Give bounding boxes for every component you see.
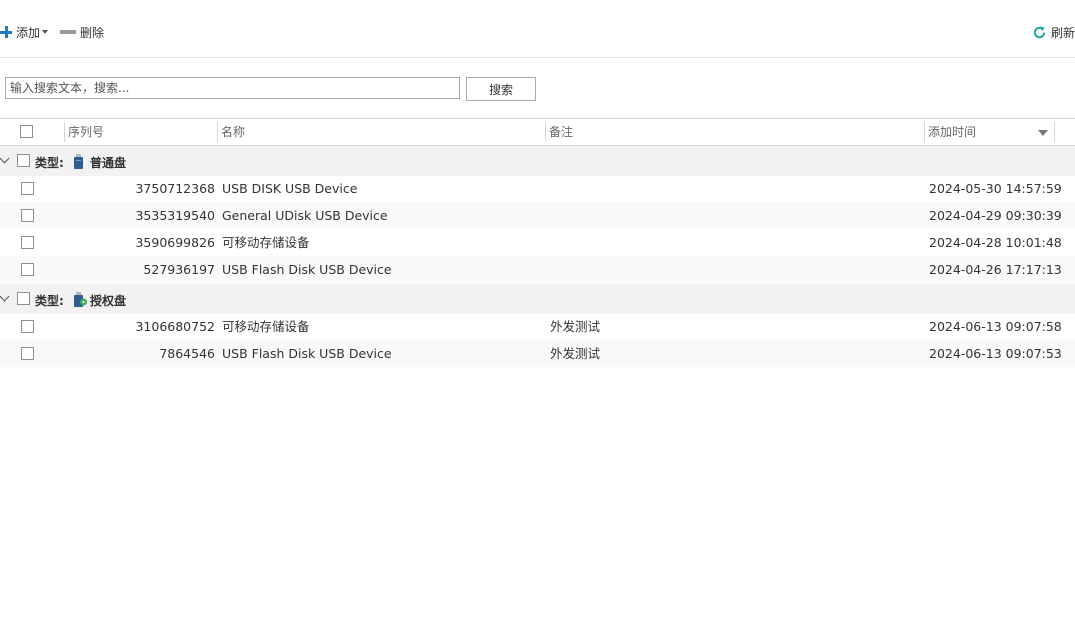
table-row[interactable]: 3750712368 USB DISK USB Device 2024-05-3… xyxy=(0,175,1075,202)
row-checkbox[interactable] xyxy=(21,320,34,333)
chevron-down-icon[interactable] xyxy=(0,153,10,164)
group-checkbox[interactable] xyxy=(17,292,30,305)
usb-drive-icon xyxy=(74,154,83,169)
name-cell: USB Flash Disk USB Device xyxy=(222,262,392,277)
row-checkbox[interactable] xyxy=(21,236,34,249)
delete-label: 删除 xyxy=(80,25,105,40)
time-cell: 2024-04-26 17:17:13 xyxy=(929,262,1062,277)
table-row[interactable]: 527936197 USB Flash Disk USB Device 2024… xyxy=(0,256,1075,283)
group-header-normal-disk[interactable]: 类型: 普通盘 xyxy=(0,146,1075,176)
plus-icon xyxy=(0,26,12,38)
refresh-button[interactable]: 刷新 xyxy=(1032,22,1075,42)
table-row[interactable]: 3590699826 可移动存储设备 2024-04-28 10:01:48 xyxy=(0,229,1075,256)
time-cell: 2024-06-13 09:07:58 xyxy=(929,319,1062,334)
add-button[interactable]: 添加 xyxy=(0,22,49,42)
select-all-checkbox[interactable] xyxy=(20,125,33,138)
column-header-name[interactable]: 名称 xyxy=(217,119,545,145)
search-input[interactable] xyxy=(5,77,460,99)
serial-cell: 3106680752 xyxy=(135,319,215,334)
refresh-label: 刷新 xyxy=(1050,25,1075,40)
group-header-authorized-disk[interactable]: 类型: 授权盘 xyxy=(0,284,1075,314)
refresh-icon xyxy=(1033,25,1046,38)
time-cell: 2024-04-28 10:01:48 xyxy=(929,235,1062,250)
time-cell: 2024-04-29 09:30:39 xyxy=(929,208,1062,223)
delete-button[interactable]: 删除 xyxy=(60,22,104,42)
group-type-label: 类型: xyxy=(35,294,64,308)
row-checkbox[interactable] xyxy=(21,263,34,276)
column-header-serial[interactable]: 序列号 xyxy=(64,119,217,145)
chevron-down-icon[interactable] xyxy=(0,291,10,302)
time-cell: 2024-05-30 14:57:59 xyxy=(929,181,1062,196)
group-checkbox[interactable] xyxy=(17,154,30,167)
name-cell: USB DISK USB Device xyxy=(222,181,358,196)
row-checkbox[interactable] xyxy=(21,347,34,360)
row-checkbox[interactable] xyxy=(21,209,34,222)
note-cell: 外发测试 xyxy=(550,346,601,361)
serial-cell: 527936197 xyxy=(143,262,215,277)
name-cell: 可移动存储设备 xyxy=(222,235,310,250)
serial-cell: 7864546 xyxy=(159,346,215,361)
column-divider[interactable] xyxy=(1054,122,1055,142)
table-header: 序列号 名称 备注 添加时间 xyxy=(0,118,1075,146)
group-type-label: 类型: xyxy=(35,156,64,170)
sort-descending-icon[interactable] xyxy=(1038,130,1048,136)
table-row[interactable]: 7864546 USB Flash Disk USB Device 外发测试 2… xyxy=(0,340,1075,367)
group-name: 授权盘 xyxy=(90,294,127,308)
serial-cell: 3590699826 xyxy=(135,235,215,250)
serial-cell: 3535319540 xyxy=(135,208,215,223)
table-row[interactable]: 3106680752 可移动存储设备 外发测试 2024-06-13 09:07… xyxy=(0,313,1075,340)
group-name: 普通盘 xyxy=(90,156,127,170)
name-cell: 可移动存储设备 xyxy=(222,319,310,334)
serial-cell: 3750712368 xyxy=(135,181,215,196)
search-button[interactable]: 搜索 xyxy=(466,77,536,101)
table-row[interactable]: 3535319540 General UDisk USB Device 2024… xyxy=(0,202,1075,229)
authorized-usb-drive-icon xyxy=(74,292,87,307)
name-cell: USB Flash Disk USB Device xyxy=(222,346,392,361)
toolbar: 添加 删除 刷新 xyxy=(0,0,1075,58)
caret-down-icon xyxy=(42,30,49,34)
row-checkbox[interactable] xyxy=(21,182,34,195)
minus-icon xyxy=(60,30,76,34)
name-cell: General UDisk USB Device xyxy=(222,208,388,223)
column-header-added-time[interactable]: 添加时间 xyxy=(924,119,1054,145)
column-header-note[interactable]: 备注 xyxy=(545,119,924,145)
time-cell: 2024-06-13 09:07:53 xyxy=(929,346,1062,361)
add-label: 添加 xyxy=(16,25,41,40)
note-cell: 外发测试 xyxy=(550,319,601,334)
